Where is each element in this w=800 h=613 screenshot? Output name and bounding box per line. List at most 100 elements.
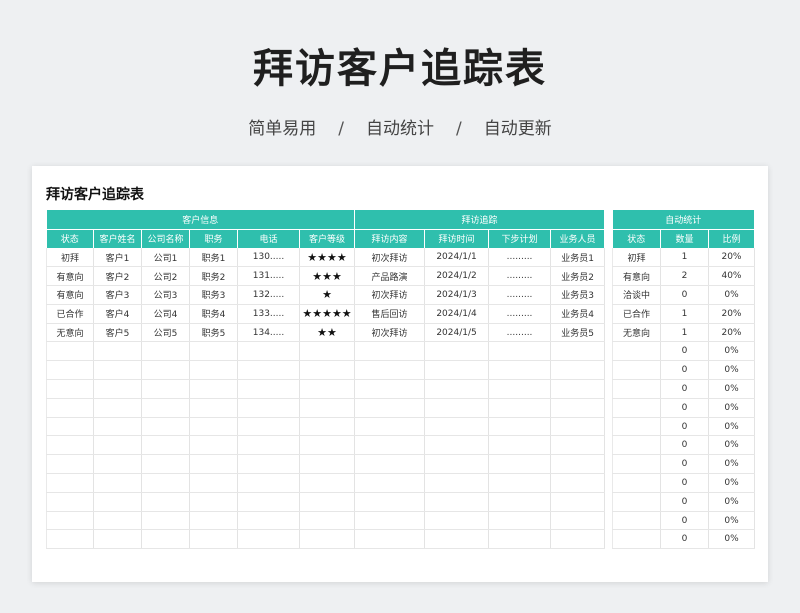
table-cell[interactable]: 无意向 xyxy=(46,323,94,343)
empty-cell[interactable] xyxy=(424,473,490,493)
rating-cell[interactable]: ★★★ xyxy=(299,266,356,287)
stats-cell[interactable]: 0 xyxy=(660,473,709,493)
table-cell[interactable]: 130..... xyxy=(237,248,300,268)
stats-cell[interactable]: 0% xyxy=(708,285,755,305)
stats-cell[interactable]: 无意向 xyxy=(612,323,661,343)
stats-cell[interactable] xyxy=(612,529,661,550)
table-cell[interactable]: 产品路演 xyxy=(354,266,426,287)
empty-cell[interactable] xyxy=(488,417,552,437)
table-cell[interactable]: 客户3 xyxy=(93,285,142,305)
stats-cell[interactable] xyxy=(612,379,661,399)
empty-cell[interactable] xyxy=(354,454,426,475)
empty-cell[interactable] xyxy=(550,417,606,437)
stats-cell[interactable] xyxy=(612,360,661,381)
table-cell[interactable]: ......... xyxy=(488,285,552,305)
stats-cell[interactable]: 1 xyxy=(660,304,709,324)
empty-cell[interactable] xyxy=(488,473,552,493)
empty-cell[interactable] xyxy=(237,398,300,418)
empty-cell[interactable] xyxy=(550,341,606,362)
stats-cell[interactable]: 0 xyxy=(660,379,709,399)
rating-cell[interactable]: ★★ xyxy=(299,323,356,343)
empty-cell[interactable] xyxy=(488,398,552,418)
empty-cell[interactable] xyxy=(424,511,490,531)
empty-cell[interactable] xyxy=(550,454,606,475)
empty-cell[interactable] xyxy=(93,360,142,381)
table-cell[interactable]: 134..... xyxy=(237,323,300,343)
empty-cell[interactable] xyxy=(550,379,606,399)
table-cell[interactable]: 初拜 xyxy=(46,248,94,268)
empty-cell[interactable] xyxy=(141,360,190,381)
empty-cell[interactable] xyxy=(46,379,94,399)
rating-cell[interactable]: ★★★★★ xyxy=(299,304,356,324)
table-cell[interactable]: 2024/1/3 xyxy=(424,285,490,305)
empty-cell[interactable] xyxy=(93,511,142,531)
empty-cell[interactable] xyxy=(46,417,94,437)
empty-cell[interactable] xyxy=(93,454,142,475)
table-cell[interactable]: 公司5 xyxy=(141,323,190,343)
empty-cell[interactable] xyxy=(488,529,552,550)
table-cell[interactable]: 客户1 xyxy=(93,248,142,268)
empty-cell[interactable] xyxy=(93,417,142,437)
empty-cell[interactable] xyxy=(141,511,190,531)
table-cell[interactable]: 公司2 xyxy=(141,266,190,287)
stats-cell[interactable]: 0 xyxy=(660,529,709,550)
table-cell[interactable]: 初次拜访 xyxy=(354,323,426,343)
empty-cell[interactable] xyxy=(550,473,606,493)
stats-cell[interactable]: 0% xyxy=(708,473,755,493)
empty-cell[interactable] xyxy=(550,398,606,418)
empty-cell[interactable] xyxy=(488,360,552,381)
empty-cell[interactable] xyxy=(424,341,490,362)
empty-cell[interactable] xyxy=(299,360,356,381)
table-cell[interactable]: 公司4 xyxy=(141,304,190,324)
empty-cell[interactable] xyxy=(237,417,300,437)
stats-cell[interactable] xyxy=(612,511,661,531)
empty-cell[interactable] xyxy=(299,417,356,437)
table-cell[interactable]: 公司1 xyxy=(141,248,190,268)
empty-cell[interactable] xyxy=(354,341,426,362)
stats-cell[interactable]: 1 xyxy=(660,323,709,343)
empty-cell[interactable] xyxy=(354,379,426,399)
stats-cell[interactable]: 0% xyxy=(708,360,755,381)
empty-cell[interactable] xyxy=(93,473,142,493)
stats-cell[interactable]: 20% xyxy=(708,248,755,268)
empty-cell[interactable] xyxy=(237,379,300,399)
empty-cell[interactable] xyxy=(141,473,190,493)
empty-cell[interactable] xyxy=(488,511,552,531)
stats-cell[interactable]: 初拜 xyxy=(612,248,661,268)
table-cell[interactable]: 业务员2 xyxy=(550,266,606,287)
empty-cell[interactable] xyxy=(299,473,356,493)
stats-cell[interactable]: 0% xyxy=(708,398,755,418)
stats-cell[interactable]: 0% xyxy=(708,341,755,362)
empty-cell[interactable] xyxy=(299,341,356,362)
empty-cell[interactable] xyxy=(93,492,142,512)
empty-cell[interactable] xyxy=(354,492,426,512)
empty-cell[interactable] xyxy=(237,341,300,362)
stats-cell[interactable]: 1 xyxy=(660,248,709,268)
empty-cell[interactable] xyxy=(93,379,142,399)
empty-cell[interactable] xyxy=(424,454,490,475)
stats-cell[interactable] xyxy=(612,454,661,475)
stats-cell[interactable] xyxy=(612,341,661,362)
table-cell[interactable]: 2024/1/1 xyxy=(424,248,490,268)
empty-cell[interactable] xyxy=(189,398,238,418)
empty-cell[interactable] xyxy=(550,435,606,456)
empty-cell[interactable] xyxy=(488,435,552,456)
stats-cell[interactable]: 0% xyxy=(708,454,755,475)
empty-cell[interactable] xyxy=(189,341,238,362)
stats-cell[interactable]: 0% xyxy=(708,435,755,456)
empty-cell[interactable] xyxy=(141,454,190,475)
empty-cell[interactable] xyxy=(189,435,238,456)
empty-cell[interactable] xyxy=(424,417,490,437)
stats-cell[interactable]: 0% xyxy=(708,529,755,550)
stats-cell[interactable]: 0% xyxy=(708,511,755,531)
stats-cell[interactable]: 0 xyxy=(660,454,709,475)
empty-cell[interactable] xyxy=(46,492,94,512)
empty-cell[interactable] xyxy=(299,492,356,512)
empty-cell[interactable] xyxy=(424,492,490,512)
table-cell[interactable]: 职务3 xyxy=(189,285,238,305)
table-cell[interactable]: 业务员5 xyxy=(550,323,606,343)
table-cell[interactable]: 有意向 xyxy=(46,266,94,287)
empty-cell[interactable] xyxy=(354,529,426,550)
stats-cell[interactable]: 0 xyxy=(660,511,709,531)
table-cell[interactable]: 有意向 xyxy=(46,285,94,305)
